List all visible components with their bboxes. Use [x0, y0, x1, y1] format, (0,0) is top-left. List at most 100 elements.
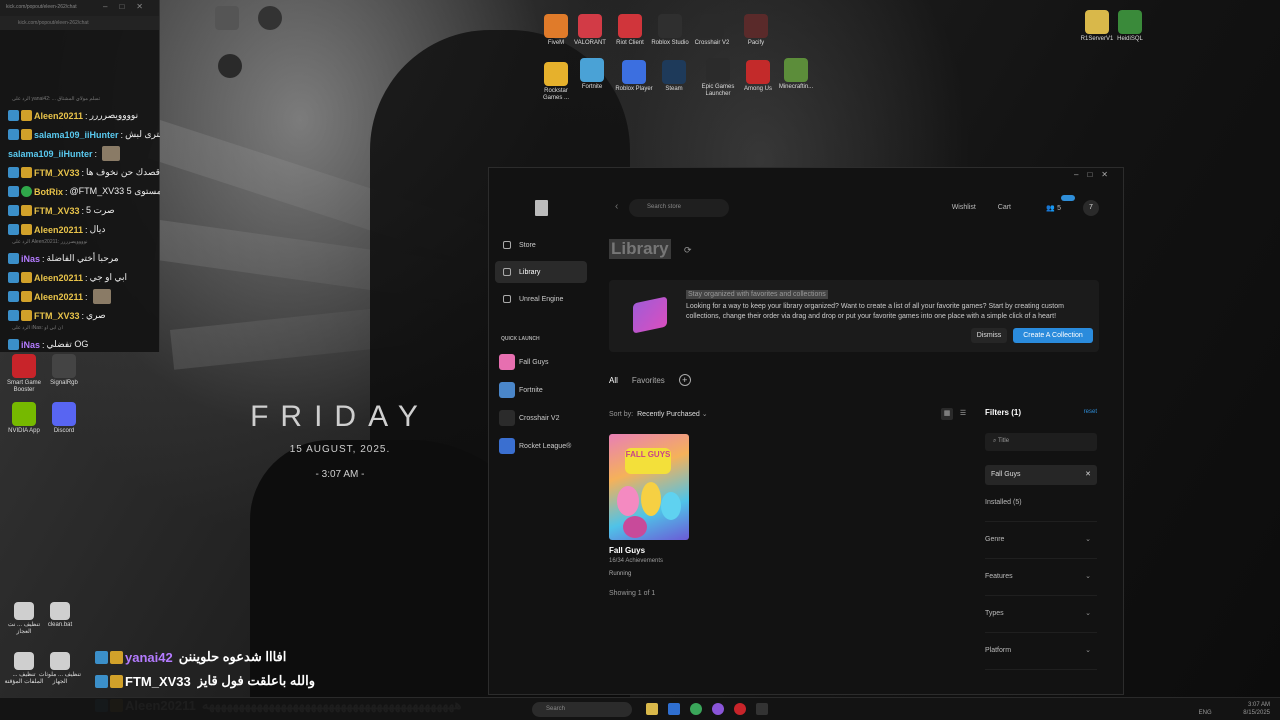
chat-username[interactable]: FTM_XV33: [34, 168, 80, 178]
sidebar-item-library[interactable]: Library: [495, 261, 587, 283]
chat-username[interactable]: Aleen20211: [34, 273, 83, 283]
game-booster-icon[interactable]: [734, 703, 746, 715]
create-collection-button[interactable]: Create A Collection: [1013, 328, 1093, 343]
filters-reset-link[interactable]: reset: [1084, 409, 1097, 415]
chat-message: Aleen20211: ديال: [8, 220, 160, 239]
chrome-icon[interactable]: [690, 703, 702, 715]
chat-message: iNas: تفضلي OG: [8, 335, 160, 354]
sidebar-item-unreal-engine[interactable]: Unreal Engine: [495, 288, 587, 310]
quick-launch-item[interactable]: Rocket League®: [499, 436, 571, 456]
desktop-icon[interactable]: Roblox Studio: [648, 14, 692, 47]
tab-favorites[interactable]: Favorites: [632, 376, 665, 385]
filter-row[interactable]: Types ⌄: [985, 596, 1097, 633]
chat-username[interactable]: salama109_iiHunter: [8, 149, 93, 159]
chevron-down-icon: ⌄: [1085, 647, 1091, 654]
desktop-icon-image: [746, 60, 770, 84]
epic-sidebar: Store Library Unreal Engine QUICK LAUNCH F…: [489, 168, 597, 694]
desktop-icon-label: Crosshair V2: [694, 40, 730, 46]
filter-row[interactable]: Platform ⌄: [985, 633, 1097, 670]
desktop-icon[interactable]: Pacify: [734, 14, 778, 47]
chat-username[interactable]: FTM_XV33: [34, 311, 80, 321]
filter-row[interactable]: Features ⌄: [985, 559, 1097, 596]
epic-launcher-window[interactable]: –□✕ Store Library Unreal Engine QUICK LAUN…: [488, 167, 1124, 695]
chat-username[interactable]: FTM_XV33: [34, 206, 80, 216]
desktop-icon[interactable]: Steam: [652, 60, 696, 93]
store-search-input[interactable]: Search store: [629, 199, 729, 217]
browser-url-bar[interactable]: kick.com/popout/eleen-262/chat: [0, 16, 159, 30]
desktop-icon-label: clean.bat: [47, 622, 73, 628]
desktop-icon[interactable]: NVIDIA App: [2, 402, 46, 435]
quick-launch-item[interactable]: Fall Guys: [499, 352, 549, 372]
window-controls[interactable]: –□✕: [1074, 170, 1117, 179]
overlay-chat-username: yanai42: [125, 649, 173, 665]
desktop-icon-obs[interactable]: [248, 6, 292, 32]
language-indicator[interactable]: ENG: [1199, 710, 1212, 716]
desktop-icon[interactable]: clean.bat: [38, 602, 82, 629]
chat-username[interactable]: salama109_iiHunter: [34, 130, 119, 140]
sort-control[interactable]: Sort by: Recently Purchased ⌄: [609, 410, 708, 418]
chat-username[interactable]: iNas: [21, 340, 40, 350]
chat-username[interactable]: Aleen20211: [34, 111, 83, 121]
desktop-icon[interactable]: HeidiSQL: [1108, 10, 1152, 43]
active-filter-chip[interactable]: Fall Guys ✕: [985, 465, 1097, 485]
game-title[interactable]: Fall Guys: [609, 546, 645, 555]
store-icon[interactable]: [668, 703, 680, 715]
desktop-icon[interactable]: Epic Games Launcher: [696, 58, 740, 98]
system-tray[interactable]: ENG 3:07 AM 8/15/2025: [1199, 701, 1270, 717]
list-view-icon[interactable]: ☰: [957, 408, 969, 420]
friends-button[interactable]: 👥 5: [1046, 204, 1061, 212]
bean-character: [623, 516, 647, 538]
desktop-icon[interactable]: Roblox Player: [612, 60, 656, 93]
desktop-icon-obs-2[interactable]: [208, 54, 252, 80]
window-controls[interactable]: –□✕: [103, 2, 155, 11]
desktop-icon[interactable]: Minecraftin...: [774, 58, 818, 91]
wishlist-link[interactable]: Wishlist: [952, 204, 976, 211]
chat-text: صري: [86, 310, 106, 320]
chat-username[interactable]: iNas: [21, 254, 40, 264]
file-explorer-icon[interactable]: [646, 703, 658, 715]
desktop-icon[interactable]: VALORANT: [568, 14, 612, 47]
browser-tab-title[interactable]: kick.com/popout/eleen-262/chat: [6, 4, 77, 10]
browser-tab-bar[interactable]: kick.com/popout/eleen-262/chat –□✕: [0, 0, 159, 16]
close-icon[interactable]: ✕: [1085, 470, 1091, 478]
tab-all[interactable]: All: [609, 376, 618, 385]
dismiss-button[interactable]: Dismiss: [971, 328, 1007, 343]
game-card-art[interactable]: FALL GUYS: [609, 434, 689, 540]
desktop-icon[interactable]: Fortnite: [570, 58, 614, 91]
epic-games-icon[interactable]: [756, 703, 768, 715]
grid-view-icon[interactable]: ▦: [941, 408, 953, 420]
add-collection-icon[interactable]: +: [678, 374, 691, 386]
desktop-icon-label: VALORANT: [574, 40, 606, 46]
chat-username[interactable]: BotRix: [34, 187, 63, 197]
desktop-icon[interactable]: Discord: [42, 402, 86, 435]
taskbar-search-input[interactable]: Search: [532, 702, 632, 717]
desktop-icon[interactable]: Smart Game Booster: [2, 354, 46, 394]
quick-launch-item[interactable]: Fortnite: [499, 380, 543, 400]
cart-link[interactable]: Cart: [998, 204, 1011, 211]
chat-username[interactable]: Aleen20211: [34, 225, 83, 235]
desktop-icon[interactable]: Riot Client: [608, 14, 652, 47]
quick-launch-item[interactable]: Crosshair V2: [499, 408, 559, 428]
chevron-down-icon[interactable]: ⌄: [702, 411, 708, 418]
chat-badge-icon: [8, 339, 19, 350]
chat-username[interactable]: Aleen20211: [34, 292, 83, 302]
back-arrow-icon[interactable]: ‹: [615, 201, 618, 212]
desktop-icon[interactable]: تنظيف ... ملوثات الجهاز: [38, 652, 82, 686]
refresh-icon[interactable]: ⟳: [684, 245, 692, 256]
filter-row[interactable]: Genre ⌄: [985, 522, 1097, 559]
desktop-icon[interactable]: SignalRgb: [42, 354, 86, 387]
avatar[interactable]: 7: [1083, 200, 1099, 216]
filter-row[interactable]: Installed (5): [985, 485, 1097, 522]
chat-badge-icon: [8, 253, 19, 264]
desktop-icon-app[interactable]: [205, 6, 249, 32]
browser-window[interactable]: kick.com/popout/eleen-262/chat –□✕ kick.…: [0, 0, 160, 352]
chat-colon: :: [81, 310, 85, 321]
sort-value[interactable]: Recently Purchased: [637, 411, 700, 418]
desktop-icon-label: Steam: [665, 86, 683, 92]
obs-icon[interactable]: [712, 703, 724, 715]
epic-logo-icon[interactable]: [535, 200, 548, 216]
desktop-icon[interactable]: Crosshair V2: [690, 14, 734, 47]
taskbar: Search ENG 3:07 AM 8/15/2025: [0, 697, 1280, 720]
filter-title-input[interactable]: ⌕ Title: [985, 433, 1097, 451]
sidebar-item-store[interactable]: Store: [495, 234, 587, 256]
